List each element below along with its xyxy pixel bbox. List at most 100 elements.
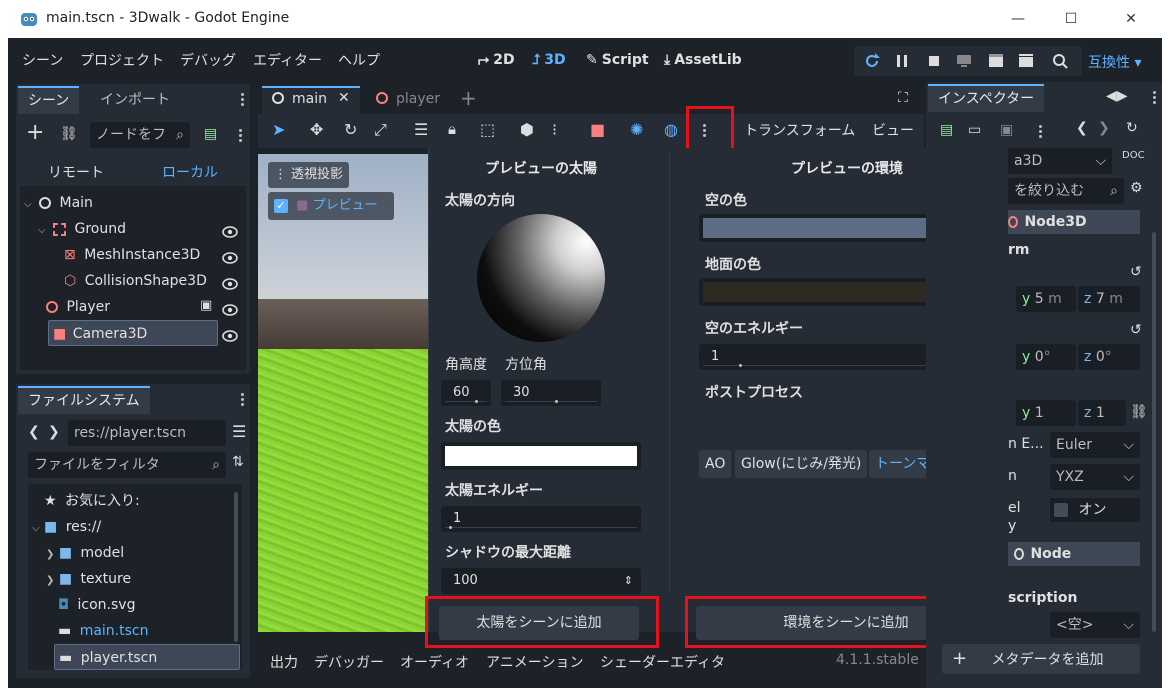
position-z-field[interactable]: z 7 m xyxy=(1078,286,1140,312)
back-icon[interactable]: ❮ xyxy=(28,424,40,440)
filesystem-menu-icon[interactable] xyxy=(240,392,244,408)
next-icon[interactable]: ❯ xyxy=(1098,120,1110,136)
tab-output[interactable]: 出力 xyxy=(270,652,298,672)
forward-icon[interactable]: ❯ xyxy=(48,424,60,440)
azimuth-spinbox[interactable]: 30 xyxy=(501,380,601,406)
menu-debug[interactable]: デバッグ xyxy=(180,50,236,70)
snap-icon[interactable]: ⁝ xyxy=(552,120,557,139)
local-tab[interactable]: ローカル xyxy=(162,162,218,182)
scrollbar[interactable] xyxy=(1152,232,1156,632)
tab-inspector[interactable]: インスペクター xyxy=(928,84,1045,112)
new-resource-icon[interactable]: ▤ xyxy=(940,122,953,138)
revert-icon[interactable]: ↺ xyxy=(1130,264,1142,280)
scrollbar[interactable] xyxy=(234,492,238,642)
doc-icon[interactable]: DOC xyxy=(1122,150,1145,161)
object-history-icon[interactable]: ↻ xyxy=(1126,120,1138,136)
folder-res[interactable]: ⌵ ■ res:// xyxy=(32,514,212,540)
tree-node-ground[interactable]: ⌵ Ground xyxy=(38,216,238,242)
move-tool-icon[interactable]: ✥ xyxy=(310,120,323,139)
checkbox-checked-icon[interactable]: ✓ xyxy=(274,198,288,213)
reload-icon[interactable] xyxy=(862,51,882,71)
open-folder-icon[interactable]: ▭ xyxy=(968,122,981,138)
rotation-edit-mode-select[interactable]: Euler ⌵ xyxy=(1050,432,1140,458)
instance-scene-icon[interactable]: ▤ xyxy=(204,126,217,142)
sort-icon[interactable]: ⇅ xyxy=(232,454,244,470)
perspective-menu[interactable]: ⋮ 透視投影 xyxy=(268,162,350,188)
revert-icon[interactable]: ↺ xyxy=(1130,322,1142,338)
list-select-icon[interactable]: ☰ xyxy=(414,120,428,139)
sun-preview-icon[interactable]: ✺ xyxy=(630,120,643,139)
tab-animation[interactable]: アニメーション xyxy=(486,652,583,672)
select-tool-icon[interactable]: ➤ xyxy=(272,120,285,139)
group-icon[interactable]: ⬚ xyxy=(480,120,495,139)
scene-dock-menu-icon[interactable] xyxy=(240,92,244,108)
scale-tool-icon[interactable]: ⤢ xyxy=(374,120,387,140)
tree-node-meshinstance[interactable]: ⊠ MeshInstance3D xyxy=(64,242,234,268)
open-scene-icon[interactable]: ▣ xyxy=(200,298,212,313)
remote-debug-icon[interactable] xyxy=(954,51,974,71)
class-selector[interactable]: a3D ⌵ xyxy=(1008,148,1112,174)
add-node-icon[interactable]: + xyxy=(26,120,44,145)
visible-checkbox[interactable]: オン xyxy=(1050,498,1140,522)
sun-direction-sphere[interactable] xyxy=(477,214,605,342)
rotation-z-field[interactable]: z 0° xyxy=(1078,344,1140,370)
altitude-spinbox[interactable]: 60 xyxy=(441,380,491,406)
camera-preview-icon[interactable]: ■ xyxy=(590,120,605,139)
tree-node-main[interactable]: ⌵ Main xyxy=(24,190,234,216)
scale-y-field[interactable]: y 1 xyxy=(1016,400,1076,426)
lock-icon[interactable]: 🔒︎ xyxy=(448,120,456,138)
scale-z-field[interactable]: z 1 xyxy=(1078,400,1126,426)
minimize-button[interactable]: — xyxy=(995,4,1041,34)
environment-preview-icon[interactable]: ◍ xyxy=(664,120,678,139)
menu-scene[interactable]: シーン xyxy=(22,50,63,70)
menu-project[interactable]: プロジェクト xyxy=(80,50,164,70)
new-tab-button[interactable]: + xyxy=(460,86,477,110)
stop-icon[interactable] xyxy=(924,51,944,71)
workspace-assetlib-button[interactable]: ⤓ AssetLib xyxy=(664,52,742,68)
view-menu[interactable]: ビュー xyxy=(872,120,914,140)
remote-tab[interactable]: リモート xyxy=(48,162,104,182)
add-metadata-button[interactable]: + メタデータを追加 xyxy=(942,644,1140,674)
workspace-2d-button[interactable]: ⮣ 2D xyxy=(478,52,515,68)
property-filter-input[interactable]: を絞り込む ⌕ xyxy=(1008,178,1124,204)
sun-color-picker[interactable] xyxy=(441,442,641,470)
tab-shader-editor[interactable]: シェーダーエディタ xyxy=(600,652,725,672)
movie-maker-icon[interactable] xyxy=(986,51,1006,71)
link-icon[interactable]: ⛓ xyxy=(1130,404,1148,420)
pause-icon[interactable] xyxy=(892,51,912,71)
close-window-button[interactable]: ✕ xyxy=(1108,4,1154,34)
close-tab-icon[interactable]: ✕ xyxy=(338,90,350,106)
scene-tree-menu-icon[interactable] xyxy=(238,128,242,144)
menu-editor[interactable]: エディター xyxy=(253,50,322,70)
tree-node-camera3d[interactable]: ■ Camera3D xyxy=(48,320,218,346)
workspace-script-button[interactable]: ✎ Script xyxy=(586,52,649,68)
preview-toggle[interactable]: ✓ ■ プレビュー xyxy=(268,192,394,220)
save-icon[interactable]: ▣ xyxy=(1000,122,1013,138)
visibility-eye-icon[interactable] xyxy=(222,250,238,266)
visibility-eye-icon[interactable] xyxy=(222,276,238,292)
3d-viewport[interactable]: ⋮ 透視投影 ✓ ■ プレビュー xyxy=(258,154,428,632)
editor-description-field[interactable]: <空> ⌵ xyxy=(1050,612,1140,638)
maximize-button[interactable]: ☐ xyxy=(1048,4,1094,34)
split-view-icon[interactable]: ☰ xyxy=(232,422,246,441)
node-section[interactable]: Node xyxy=(1008,542,1140,566)
file-main-tscn[interactable]: ▬ main.tscn xyxy=(58,618,238,644)
tab-main[interactable]: main ✕ xyxy=(262,86,360,114)
file-player-tscn[interactable]: ▬ player.tscn xyxy=(54,644,240,670)
link-icon[interactable]: ⛓ xyxy=(60,126,78,142)
updown-icon[interactable]: ⇕ xyxy=(624,568,633,594)
glow-toggle[interactable]: Glow(にじみ/発光) xyxy=(735,450,868,478)
tab-audio[interactable]: オーディオ xyxy=(400,652,469,672)
workspace-3d-button[interactable]: ⮥ 3D xyxy=(532,52,566,68)
sun-energy-spinbox[interactable]: 1 xyxy=(441,506,641,532)
tools-icon[interactable]: ⚙ xyxy=(1130,180,1143,196)
favorites-item[interactable]: ★ お気に入り: xyxy=(44,488,224,514)
tab-filesystem[interactable]: ファイルシステム xyxy=(18,386,150,414)
visibility-eye-icon[interactable] xyxy=(222,328,238,344)
file-filter-input[interactable]: ファイルをフィルタ ⌕ xyxy=(28,452,226,478)
tab-player[interactable]: player xyxy=(368,86,458,114)
play-scene-icon[interactable] xyxy=(1016,51,1036,71)
local-space-icon[interactable]: ⬢ xyxy=(520,120,534,139)
folder-model[interactable]: ❯ ■ model xyxy=(46,540,226,566)
visibility-eye-icon[interactable] xyxy=(222,224,238,240)
